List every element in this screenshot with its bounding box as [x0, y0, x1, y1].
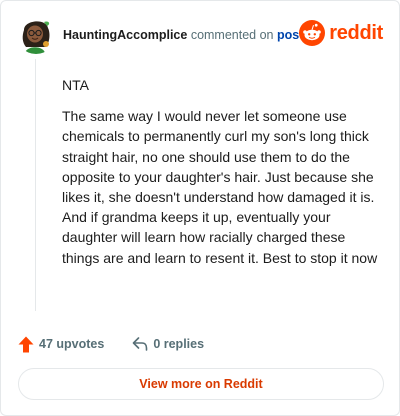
reply-count: 0 replies — [153, 337, 205, 351]
reddit-snoo-icon — [299, 20, 326, 46]
upvote-arrow-icon — [18, 336, 34, 352]
reddit-wordmark: reddit — [329, 21, 383, 44]
comment-paragraph: The same way I would never let someone u… — [62, 108, 378, 266]
byline: HauntingAccomplice commented on post — [63, 28, 303, 42]
comment-paragraph: NTA — [62, 77, 89, 93]
username-link[interactable]: HauntingAccomplice — [63, 28, 187, 42]
comment-card: HauntingAccomplice commented on post red… — [0, 0, 400, 416]
upvote-count: 47 upvotes — [39, 337, 105, 351]
reply-button[interactable]: 0 replies — [132, 337, 204, 351]
comment-actions: 47 upvotes 0 replies — [18, 334, 232, 354]
thread-line — [35, 59, 36, 311]
reply-icon — [133, 337, 148, 351]
comment-header: HauntingAccomplice commented on post red… — [16, 14, 383, 54]
user-avatar[interactable] — [16, 14, 56, 54]
byline-verb: commented on — [190, 28, 274, 42]
view-more-button[interactable]: View more on Reddit — [18, 368, 384, 400]
comment-body: NTA The same way I would never let someo… — [62, 75, 382, 279]
reddit-logo[interactable]: reddit — [299, 20, 383, 46]
upvote-button[interactable]: 47 upvotes — [18, 336, 104, 353]
